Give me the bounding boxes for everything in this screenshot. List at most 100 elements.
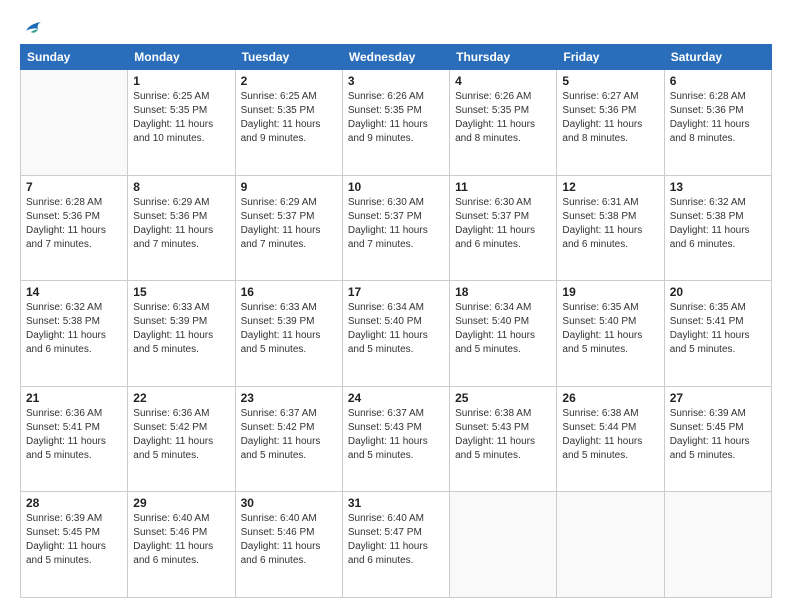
calendar-cell: 18 Sunrise: 6:34 AM Sunset: 5:40 PM Dayli… [450,281,557,387]
day-info: Sunrise: 6:30 AM Sunset: 5:37 PM Dayligh… [348,196,444,252]
weekday-header-row: SundayMondayTuesdayWednesdayThursdayFrid… [21,45,772,70]
day-info: Sunrise: 6:36 AM Sunset: 5:42 PM Dayligh… [133,407,229,463]
day-info: Sunrise: 6:38 AM Sunset: 5:44 PM Dayligh… [562,407,658,463]
day-number: 5 [562,74,658,88]
day-info: Sunrise: 6:39 AM Sunset: 5:45 PM Dayligh… [26,512,122,568]
day-number: 29 [133,496,229,510]
calendar-cell: 28Sunrise: 6:39 AM Sunset: 5:45 PM Dayli… [21,492,128,598]
calendar-cell: 22 Sunrise: 6:36 AM Sunset: 5:42 PM Dayli… [128,386,235,492]
day-info: Sunrise: 6:37 AM Sunset: 5:42 PM Dayligh… [241,407,337,463]
day-info: Sunrise: 6:40 AM Sunset: 5:46 PM Dayligh… [241,512,337,568]
day-number: 23 [241,391,337,405]
day-info: Sunrise: 6:26 AM Sunset: 5:35 PM Dayligh… [348,90,444,146]
calendar-cell: 10Sunrise: 6:30 AM Sunset: 5:37 PM Dayli… [342,175,449,281]
calendar-cell: 5 Sunrise: 6:27 AM Sunset: 5:36 PM Daylig… [557,70,664,176]
day-info: Sunrise: 6:32 AM Sunset: 5:38 PM Dayligh… [670,196,766,252]
day-info: Sunrise: 6:40 AM Sunset: 5:46 PM Dayligh… [133,512,229,568]
day-number: 7 [26,180,122,194]
calendar-cell: 6 Sunrise: 6:28 AM Sunset: 5:36 PM Daylig… [664,70,771,176]
day-info: Sunrise: 6:39 AM Sunset: 5:45 PM Dayligh… [670,407,766,463]
day-info: Sunrise: 6:25 AM Sunset: 5:35 PM Dayligh… [133,90,229,146]
calendar-week-0: 1 Sunrise: 6:25 AM Sunset: 5:35 PM Daylig… [21,70,772,176]
day-info: Sunrise: 6:28 AM Sunset: 5:36 PM Dayligh… [670,90,766,146]
day-number: 8 [133,180,229,194]
day-number: 19 [562,285,658,299]
day-number: 4 [455,74,551,88]
day-info: Sunrise: 6:28 AM Sunset: 5:36 PM Dayligh… [26,196,122,252]
calendar-cell [450,492,557,598]
day-number: 16 [241,285,337,299]
day-info: Sunrise: 6:33 AM Sunset: 5:39 PM Dayligh… [241,301,337,357]
header [20,18,772,38]
day-info: Sunrise: 6:36 AM Sunset: 5:41 PM Dayligh… [26,407,122,463]
day-info: Sunrise: 6:25 AM Sunset: 5:35 PM Dayligh… [241,90,337,146]
day-number: 27 [670,391,766,405]
calendar-cell: 27 Sunrise: 6:39 AM Sunset: 5:45 PM Dayli… [664,386,771,492]
day-info: Sunrise: 6:34 AM Sunset: 5:40 PM Dayligh… [455,301,551,357]
weekday-header-monday: Monday [128,45,235,70]
calendar-cell: 29 Sunrise: 6:40 AM Sunset: 5:46 PM Dayli… [128,492,235,598]
calendar-week-4: 28Sunrise: 6:39 AM Sunset: 5:45 PM Dayli… [21,492,772,598]
day-number: 6 [670,74,766,88]
day-number: 30 [241,496,337,510]
day-number: 31 [348,496,444,510]
day-number: 22 [133,391,229,405]
weekday-header-sunday: Sunday [21,45,128,70]
logo-bird-icon [22,16,44,38]
calendar-cell: 25 Sunrise: 6:38 AM Sunset: 5:43 PM Dayli… [450,386,557,492]
page: SundayMondayTuesdayWednesdayThursdayFrid… [0,0,792,612]
weekday-header-thursday: Thursday [450,45,557,70]
day-number: 11 [455,180,551,194]
day-info: Sunrise: 6:35 AM Sunset: 5:41 PM Dayligh… [670,301,766,357]
calendar-cell: 1 Sunrise: 6:25 AM Sunset: 5:35 PM Daylig… [128,70,235,176]
calendar-cell: 19Sunrise: 6:35 AM Sunset: 5:40 PM Dayli… [557,281,664,387]
day-number: 20 [670,285,766,299]
day-info: Sunrise: 6:38 AM Sunset: 5:43 PM Dayligh… [455,407,551,463]
day-number: 2 [241,74,337,88]
day-number: 1 [133,74,229,88]
day-info: Sunrise: 6:32 AM Sunset: 5:38 PM Dayligh… [26,301,122,357]
calendar-cell: 7 Sunrise: 6:28 AM Sunset: 5:36 PM Daylig… [21,175,128,281]
calendar-cell: 15Sunrise: 6:33 AM Sunset: 5:39 PM Dayli… [128,281,235,387]
day-info: Sunrise: 6:26 AM Sunset: 5:35 PM Dayligh… [455,90,551,146]
calendar-week-2: 14 Sunrise: 6:32 AM Sunset: 5:38 PM Dayli… [21,281,772,387]
day-number: 25 [455,391,551,405]
calendar-cell: 16 Sunrise: 6:33 AM Sunset: 5:39 PM Dayli… [235,281,342,387]
calendar-cell: 4 Sunrise: 6:26 AM Sunset: 5:35 PM Daylig… [450,70,557,176]
day-number: 14 [26,285,122,299]
day-number: 9 [241,180,337,194]
calendar-cell: 2 Sunrise: 6:25 AM Sunset: 5:35 PM Daylig… [235,70,342,176]
calendar-cell: 11 Sunrise: 6:30 AM Sunset: 5:37 PM Dayli… [450,175,557,281]
day-number: 18 [455,285,551,299]
day-info: Sunrise: 6:29 AM Sunset: 5:37 PM Dayligh… [241,196,337,252]
calendar-cell: 14 Sunrise: 6:32 AM Sunset: 5:38 PM Dayli… [21,281,128,387]
calendar-cell [21,70,128,176]
day-number: 21 [26,391,122,405]
calendar-week-1: 7 Sunrise: 6:28 AM Sunset: 5:36 PM Daylig… [21,175,772,281]
calendar-cell [557,492,664,598]
day-info: Sunrise: 6:31 AM Sunset: 5:38 PM Dayligh… [562,196,658,252]
weekday-header-tuesday: Tuesday [235,45,342,70]
day-number: 12 [562,180,658,194]
day-info: Sunrise: 6:37 AM Sunset: 5:43 PM Dayligh… [348,407,444,463]
day-number: 3 [348,74,444,88]
day-number: 15 [133,285,229,299]
day-info: Sunrise: 6:29 AM Sunset: 5:36 PM Dayligh… [133,196,229,252]
day-info: Sunrise: 6:40 AM Sunset: 5:47 PM Dayligh… [348,512,444,568]
calendar-cell: 17Sunrise: 6:34 AM Sunset: 5:40 PM Dayli… [342,281,449,387]
calendar-cell: 30 Sunrise: 6:40 AM Sunset: 5:46 PM Dayli… [235,492,342,598]
day-info: Sunrise: 6:27 AM Sunset: 5:36 PM Dayligh… [562,90,658,146]
day-number: 17 [348,285,444,299]
calendar-cell: 13Sunrise: 6:32 AM Sunset: 5:38 PM Dayli… [664,175,771,281]
day-info: Sunrise: 6:30 AM Sunset: 5:37 PM Dayligh… [455,196,551,252]
weekday-header-saturday: Saturday [664,45,771,70]
weekday-header-wednesday: Wednesday [342,45,449,70]
calendar-cell: 3 Sunrise: 6:26 AM Sunset: 5:35 PM Daylig… [342,70,449,176]
calendar-cell: 21 Sunrise: 6:36 AM Sunset: 5:41 PM Dayli… [21,386,128,492]
logo [20,20,44,38]
calendar-cell: 23 Sunrise: 6:37 AM Sunset: 5:42 PM Dayli… [235,386,342,492]
calendar-cell: 26Sunrise: 6:38 AM Sunset: 5:44 PM Dayli… [557,386,664,492]
weekday-header-friday: Friday [557,45,664,70]
calendar-cell: 12 Sunrise: 6:31 AM Sunset: 5:38 PM Dayli… [557,175,664,281]
calendar-cell: 9 Sunrise: 6:29 AM Sunset: 5:37 PM Daylig… [235,175,342,281]
